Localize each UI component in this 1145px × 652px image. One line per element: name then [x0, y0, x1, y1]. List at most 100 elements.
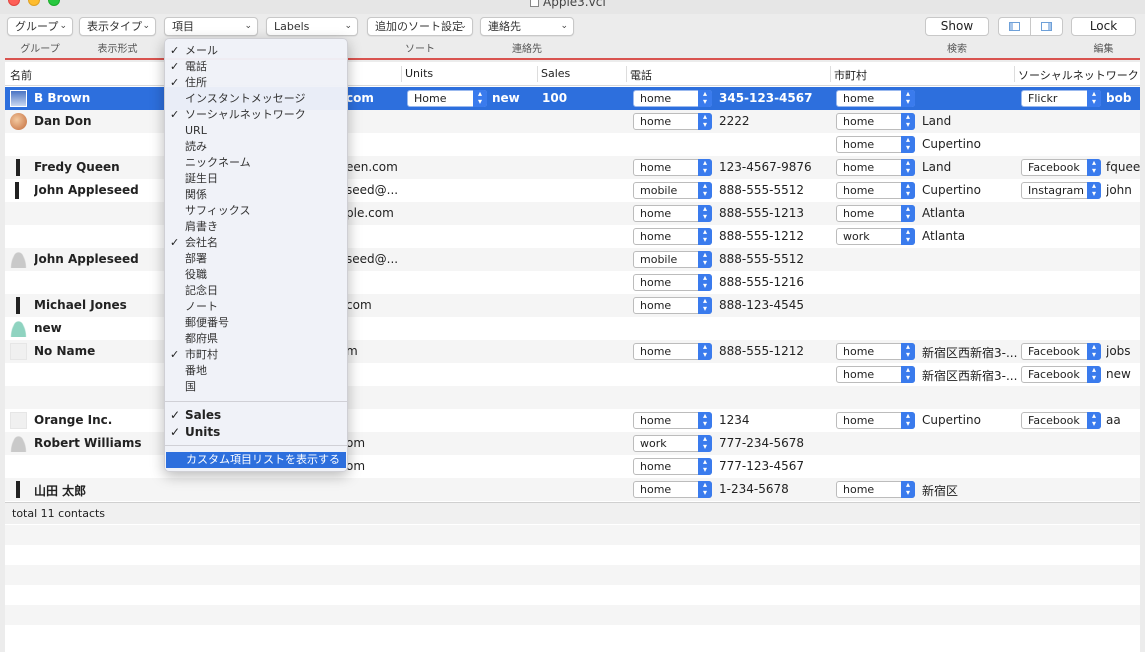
menu-item[interactable]: 誕生日 — [165, 171, 347, 187]
show-custom-list-item[interactable]: カスタム項目リストを表示する — [166, 452, 346, 468]
menu-item[interactable]: ✓ 電話 — [165, 59, 347, 75]
labels-popup[interactable]: Labels ⌄ — [266, 17, 358, 36]
column-header-units[interactable]: Units — [405, 67, 433, 80]
menu-item[interactable]: インスタントメッセージ — [165, 91, 347, 107]
phone-label-popup[interactable]: home ▴ ▾ — [633, 412, 712, 429]
city-label-popup[interactable]: home ▴ ▾ — [836, 182, 915, 199]
phone-value: 888-555-1212 — [719, 229, 805, 243]
email-value: seed@... — [346, 252, 399, 266]
phone-label-popup-label: home — [640, 483, 672, 496]
stepper-icon: ▴ ▾ — [1087, 182, 1101, 199]
phone-label-popup[interactable]: mobile ▴ ▾ — [633, 182, 712, 199]
sort-popup[interactable]: 追加のソート設定 ⌄ — [367, 17, 473, 36]
menu-item[interactable]: URL — [165, 123, 347, 139]
city-label-popup[interactable]: home ▴ ▾ — [836, 136, 915, 153]
column-header-social[interactable]: ソーシャルネットワーク — [1018, 67, 1139, 83]
menu-item[interactable]: 関係 — [165, 187, 347, 203]
avatar — [10, 435, 27, 452]
city-label-popup[interactable]: home ▴ ▾ — [836, 366, 915, 383]
table-row[interactable]: 山田 太郎 home ▴ ▾ 1-234-5678 home ▴ ▾ 新宿区 — [5, 478, 1140, 501]
contact-name: Dan Don — [34, 114, 92, 128]
menu-item[interactable]: ✓ 住所 — [165, 75, 347, 91]
email-value: een.com — [346, 160, 398, 174]
social-label-popup[interactable]: Flickr ▴ ▾ — [1021, 90, 1101, 107]
stepper-icon: ▴ ▾ — [901, 343, 915, 360]
menu-item[interactable]: 肩書き — [165, 219, 347, 235]
contacts-popup[interactable]: 連絡先 ⌄ — [480, 17, 574, 36]
phone-label-popup[interactable]: home ▴ ▾ — [633, 481, 712, 498]
phone-label-popup[interactable]: home ▴ ▾ — [633, 228, 712, 245]
menu-item[interactable]: 読み — [165, 139, 347, 155]
city-label-popup[interactable]: home ▴ ▾ — [836, 205, 915, 222]
social-label-popup[interactable]: Facebook ▴ ▾ — [1021, 159, 1101, 176]
column-header-city[interactable]: 市町村 — [834, 67, 867, 83]
column-header-sales[interactable]: Sales — [541, 67, 570, 80]
city-label-popup[interactable]: home ▴ ▾ — [836, 159, 915, 176]
checkmark-icon: ✓ — [170, 236, 180, 249]
city-label-popup[interactable]: home ▴ ▾ — [836, 343, 915, 360]
lock-button[interactable]: Lock — [1071, 17, 1136, 36]
phone-value: 777-123-4567 — [719, 459, 805, 473]
phone-label-popup-label: home — [640, 276, 672, 289]
city-label-popup[interactable]: home ▴ ▾ — [836, 481, 915, 498]
menu-item[interactable]: ノート — [165, 299, 347, 315]
menu-item[interactable]: 役職 — [165, 267, 347, 283]
avatar — [10, 90, 27, 107]
menu-item[interactable]: 都府県 — [165, 331, 347, 347]
column-header-phone[interactable]: 電話 — [630, 67, 652, 83]
social-value: bob — [1106, 91, 1132, 105]
phone-label-popup[interactable]: home ▴ ▾ — [633, 205, 712, 222]
contact-name: Robert Williams — [34, 436, 142, 450]
zoom-window-button[interactable] — [48, 0, 60, 6]
phone-label-popup[interactable]: home ▴ ▾ — [633, 343, 712, 360]
menu-item[interactable]: ✓ ソーシャルネットワーク — [165, 107, 347, 123]
minimize-window-button[interactable] — [28, 0, 40, 6]
social-label-popup[interactable]: Instagram ▴ ▾ — [1021, 182, 1101, 199]
phone-label-popup[interactable]: home ▴ ▾ — [633, 274, 712, 291]
phone-label-popup[interactable]: home ▴ ▾ — [633, 297, 712, 314]
menu-item[interactable]: サフィックス — [165, 203, 347, 219]
social-label-popup[interactable]: Facebook ▴ ▾ — [1021, 343, 1101, 360]
menu-item[interactable]: ✓ 会社名 — [165, 235, 347, 251]
items-popup[interactable]: 項目 ⌄ — [164, 17, 258, 36]
menu-item[interactable]: ✓ Units — [165, 424, 347, 440]
city-label-popup[interactable]: home ▴ ▾ — [836, 113, 915, 130]
city-label-popup-label: home — [843, 184, 875, 197]
close-window-button[interactable] — [8, 0, 20, 6]
social-label-popup[interactable]: Facebook ▴ ▾ — [1021, 366, 1101, 383]
checkmark-icon: ✓ — [170, 108, 180, 121]
menu-item[interactable]: 番地 — [165, 363, 347, 379]
menu-item[interactable]: ✓ メール — [165, 43, 347, 59]
phone-label-popup[interactable]: home ▴ ▾ — [633, 90, 712, 107]
menu-item[interactable]: 部署 — [165, 251, 347, 267]
view-type-popup[interactable]: 表示タイプ ⌄ — [79, 17, 156, 36]
panel-toggle-segmented[interactable] — [998, 17, 1063, 36]
stepper-icon: ▴ ▾ — [1087, 366, 1101, 383]
menu-item[interactable]: 国 — [165, 379, 347, 395]
phone-label-popup[interactable]: work ▴ ▾ — [633, 435, 712, 452]
menu-item[interactable]: ✓ 市町村 — [165, 347, 347, 363]
city-label-popup[interactable]: home ▴ ▾ — [836, 412, 915, 429]
city-label-popup[interactable]: work ▴ ▾ — [836, 228, 915, 245]
phone-label-popup[interactable]: mobile ▴ ▾ — [633, 251, 712, 268]
menu-item[interactable]: ニックネーム — [165, 155, 347, 171]
menu-item[interactable]: 郵便番号 — [165, 315, 347, 331]
show-button[interactable]: Show — [925, 17, 989, 36]
right-panel-toggle[interactable] — [1030, 18, 1062, 35]
contacts-label: 連絡先 — [512, 44, 542, 55]
menu-item[interactable]: ✓ Sales — [165, 407, 347, 423]
email-value: com — [346, 91, 374, 105]
document-icon — [530, 0, 539, 7]
chevron-down-icon: ⌄ — [142, 21, 150, 31]
phone-label-popup[interactable]: home ▴ ▾ — [633, 458, 712, 475]
units-label-popup[interactable]: Home ▴ ▾ — [407, 90, 487, 107]
phone-label-popup[interactable]: home ▴ ▾ — [633, 113, 712, 130]
group-popup[interactable]: グループ ⌄ — [7, 17, 73, 36]
social-label-popup[interactable]: Facebook ▴ ▾ — [1021, 412, 1101, 429]
column-header-name[interactable]: 名前 — [10, 67, 32, 83]
menu-item[interactable]: 記念日 — [165, 283, 347, 299]
city-label-popup[interactable]: home ▴ ▾ — [836, 90, 915, 107]
left-panel-toggle[interactable] — [999, 18, 1030, 35]
column-divider — [626, 66, 627, 82]
phone-label-popup[interactable]: home ▴ ▾ — [633, 159, 712, 176]
